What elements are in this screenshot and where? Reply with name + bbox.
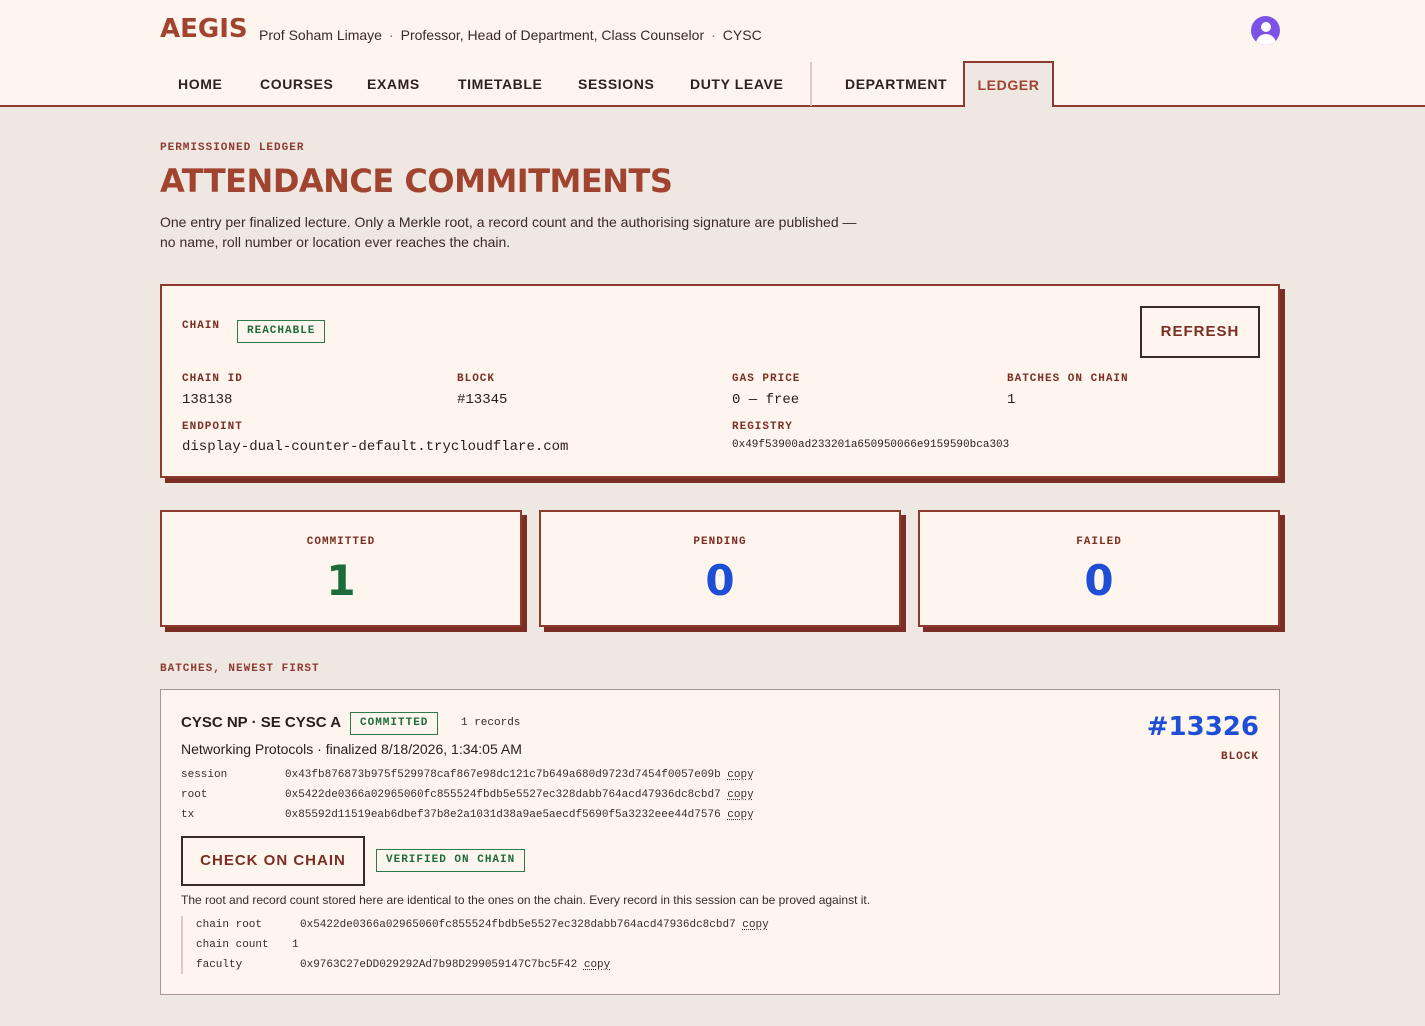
copy-tx-button[interactable]: copy [727, 809, 753, 821]
copy-faculty-button[interactable]: copy [584, 959, 610, 971]
failed-count: 0 [1084, 556, 1114, 605]
reachable-badge: REACHABLE [237, 320, 326, 343]
committed-label: COMMITTED [306, 536, 376, 548]
chain-status-card: CHAIN REACHABLE REFRESH CHAIN ID 138138 … [160, 284, 1280, 478]
block-label: BLOCK [457, 373, 496, 385]
batch-block-number[interactable]: #13326 [1147, 712, 1259, 742]
user-identity: Prof Soham Limaye · Professor, Head of Dep… [259, 27, 762, 43]
chain-root-label: chain root [196, 919, 263, 931]
separator: · [711, 27, 716, 43]
committed-badge: COMMITTED [350, 712, 439, 735]
chain-count-label: chain count [196, 939, 269, 951]
batch-block-label: BLOCK [1220, 751, 1259, 763]
tx-label: tx [181, 809, 195, 821]
committed-count: 1 [326, 556, 356, 605]
chain-count-value: 1 [292, 939, 299, 951]
nav-timetable[interactable]: TIMETABLE [458, 76, 542, 92]
nav-home[interactable]: HOME [178, 76, 222, 92]
verification-note: The root and record count stored here ar… [181, 893, 871, 907]
avatar-user-icon[interactable] [1251, 16, 1280, 45]
user-name: Prof Soham Limaye [259, 27, 382, 43]
verified-on-chain-badge: VERIFIED ON CHAIN [376, 849, 526, 872]
endpoint-value: display-dual-counter-default.trycloudfla… [182, 439, 569, 455]
nav-courses[interactable]: COURSES [260, 76, 333, 92]
pending-stat-card: PENDING 0 [539, 510, 901, 627]
pending-count: 0 [705, 556, 735, 605]
chain-label: CHAIN [182, 320, 221, 332]
refresh-button[interactable]: REFRESH [1140, 306, 1260, 358]
nav-sessions[interactable]: SESSIONS [578, 76, 654, 92]
tx-hash: 0x85592d11519eab6dbef37b8e2a1031d38a9ae5… [285, 809, 754, 821]
app-logo[interactable]: AEGIS [160, 14, 248, 44]
failed-label: FAILED [1076, 536, 1122, 548]
batches-on-chain-label: BATCHES ON CHAIN [1007, 373, 1129, 385]
session-label: session [181, 769, 228, 781]
nav-department[interactable]: DEPARTMENT [845, 76, 947, 92]
user-department: CYSC [722, 27, 762, 43]
chain-verification-details: chain root 0x5422de0366a02965060fc855524… [181, 916, 881, 974]
separator: · [388, 27, 394, 43]
copy-root-button[interactable]: copy [727, 789, 753, 801]
copy-chain-root-button[interactable]: copy [742, 919, 768, 931]
page-title: ATTENDANCE COMMITMENTS [160, 162, 673, 200]
chain-root-hash: 0x5422de0366a02965060fc855524fbdb5e5527e… [300, 919, 769, 931]
chain-id-value: 138138 [182, 392, 233, 408]
batches-heading: BATCHES, NEWEST FIRST [160, 663, 320, 675]
root-label: root [181, 789, 208, 801]
chain-id-label: CHAIN ID [182, 373, 243, 385]
faculty-address: 0x9763C27eDD029292Ad7b98D299059147C7bc5F… [300, 959, 611, 971]
batch-subtitle: Networking Protocols · finalized 8/18/20… [181, 741, 522, 757]
top-header: AEGIS Prof Soham Limaye · Professor, Head … [0, 0, 1425, 107]
records-count: 1 records [461, 717, 521, 729]
batch-card: CYSC NP · SE CYSC A COMMITTED 1 records … [160, 689, 1280, 995]
gas-price-label: GAS PRICE [732, 373, 801, 385]
batches-on-chain-value: 1 [1007, 392, 1016, 408]
nav-ledger[interactable]: LEDGER [963, 61, 1054, 107]
session-hash: 0x43fb876873b975f529978caf867e98dc121c7b… [285, 769, 754, 781]
nav-ledger-label: LEDGER [977, 77, 1040, 93]
gas-price-value: 0 — free [732, 392, 800, 408]
copy-session-button[interactable]: copy [727, 769, 753, 781]
faculty-label: faculty [196, 959, 243, 971]
user-roles: Professor, Head of Department, Class Cou… [400, 27, 705, 43]
nav-divider [810, 62, 812, 106]
failed-stat-card: FAILED 0 [918, 510, 1280, 627]
page-eyebrow: PERMISSIONED LEDGER [160, 142, 305, 154]
batch-title: CYSC NP · SE CYSC A [181, 714, 342, 731]
endpoint-label: ENDPOINT [182, 421, 243, 433]
root-hash: 0x5422de0366a02965060fc855524fbdb5e5527e… [285, 789, 754, 801]
pending-label: PENDING [693, 536, 747, 548]
registry-value: 0x49f53900ad233201a650950066e9159590bca3… [732, 439, 1010, 451]
nav-duty-leave[interactable]: DUTY LEAVE [690, 76, 783, 92]
nav-exams[interactable]: EXAMS [367, 76, 420, 92]
block-value: #13345 [457, 392, 508, 408]
registry-label: REGISTRY [732, 421, 793, 433]
check-on-chain-button[interactable]: CHECK ON CHAIN [181, 836, 365, 886]
committed-stat-card: COMMITTED 1 [160, 510, 522, 627]
page-description: One entry per finalized lecture. Only a … [160, 214, 857, 250]
